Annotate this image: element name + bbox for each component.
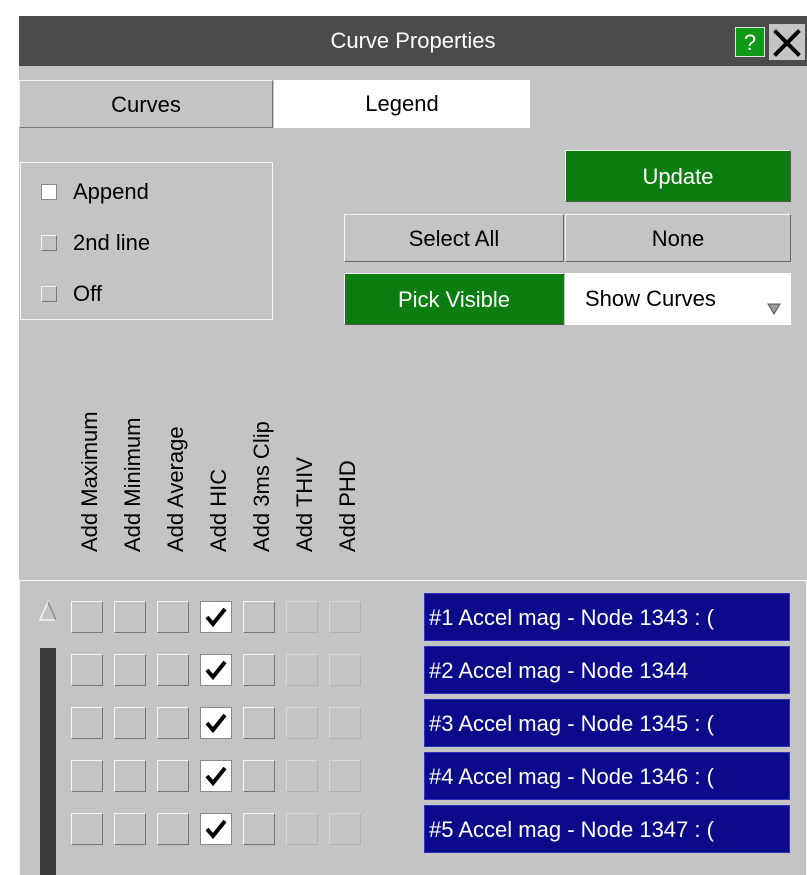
checkmark-icon: [205, 766, 227, 787]
curve-5-checkbox-add-3ms-clip[interactable]: [243, 813, 275, 845]
curve-label-button[interactable]: #5 Accel mag - Node 1347 : (: [424, 805, 790, 853]
mode-off-radio[interactable]: [41, 286, 57, 302]
scroll-up-arrow-icon[interactable]: [38, 600, 58, 622]
mode-off-label: Off: [73, 281, 102, 306]
curve-2-checkbox-add-minimum[interactable]: [114, 654, 146, 686]
curve-2-checkbox-add-average[interactable]: [157, 654, 189, 686]
checkmark-icon: [205, 607, 227, 628]
curve-5-checkbox-add-phd[interactable]: [329, 813, 361, 845]
curve-label-button[interactable]: #2 Accel mag - Node 1344: [424, 646, 790, 694]
window-title: Curve Properties: [330, 28, 496, 53]
column-header-label: Add HIC: [206, 468, 231, 552]
mode-2nd-line-radio[interactable]: [41, 235, 57, 251]
curve-4-checkbox-add-minimum[interactable]: [114, 760, 146, 792]
curve-4-checkbox-add-hic[interactable]: [200, 760, 232, 792]
curve-5-checkbox-add-average[interactable]: [157, 813, 189, 845]
curve-2-checkbox-add-maximum[interactable]: [71, 654, 103, 686]
column-header-add-thiv: Add THIV: [286, 366, 324, 576]
close-button[interactable]: [769, 24, 805, 60]
pick-visible-button[interactable]: Pick Visible: [344, 273, 564, 325]
curve-1-checkbox-add-hic[interactable]: [200, 601, 232, 633]
column-header-label: Add THIV: [292, 457, 317, 552]
column-header-add-hic: Add HIC: [200, 366, 238, 576]
column-header-label: Add Maximum: [77, 411, 102, 552]
curve-properties-window: Curve Properties ? Curves Legend Append …: [19, 16, 807, 875]
curve-5-checkbox-add-minimum[interactable]: [114, 813, 146, 845]
curve-label-button[interactable]: #1 Accel mag - Node 1343 : (: [424, 593, 790, 641]
mode-append-label: Append: [73, 179, 149, 204]
mode-append-radio[interactable]: [41, 184, 57, 200]
curve-1-checkbox-add-thiv[interactable]: [286, 601, 318, 633]
curve-3-checkbox-add-average[interactable]: [157, 707, 189, 739]
curve-5-checkbox-add-maximum[interactable]: [71, 813, 103, 845]
column-header-label: Add Minimum: [120, 417, 145, 552]
curve-4-checkbox-add-thiv[interactable]: [286, 760, 318, 792]
curve-1-checkbox-add-maximum[interactable]: [71, 601, 103, 633]
show-curves-dropdown[interactable]: Show Curves: [565, 273, 791, 325]
column-header-label: Add 3ms Clip: [249, 421, 274, 552]
curve-4-checkbox-add-maximum[interactable]: [71, 760, 103, 792]
curve-4-checkbox-add-3ms-clip[interactable]: [243, 760, 275, 792]
curve-label-button[interactable]: #3 Accel mag - Node 1345 : (: [424, 699, 790, 747]
curve-2-checkbox-add-phd[interactable]: [329, 654, 361, 686]
curve-3-checkbox-add-hic[interactable]: [200, 707, 232, 739]
curve-4-checkbox-add-phd[interactable]: [329, 760, 361, 792]
curve-2-checkbox-add-thiv[interactable]: [286, 654, 318, 686]
column-header-add-minimum: Add Minimum: [114, 366, 152, 576]
curve-1-checkbox-add-minimum[interactable]: [114, 601, 146, 633]
legend-mode-group: Append 2nd line Off: [20, 162, 273, 320]
title-bar[interactable]: Curve Properties ?: [19, 16, 807, 66]
update-button[interactable]: Update: [565, 150, 791, 202]
curve-4-checkbox-add-average[interactable]: [157, 760, 189, 792]
curve-3-checkbox-add-maximum[interactable]: [71, 707, 103, 739]
column-header-label: Add PHD: [335, 460, 360, 552]
scrollbar-thumb[interactable]: [40, 648, 56, 875]
column-header-add-maximum: Add Maximum: [71, 366, 109, 576]
column-header-add-average: Add Average: [157, 366, 195, 576]
checkmark-icon: [205, 713, 227, 734]
curve-2-checkbox-add-hic[interactable]: [200, 654, 232, 686]
checkmark-icon: [205, 660, 227, 681]
tab-legend[interactable]: Legend: [274, 80, 530, 128]
curve-5-checkbox-add-thiv[interactable]: [286, 813, 318, 845]
curve-label-button[interactable]: #4 Accel mag - Node 1346 : (: [424, 752, 790, 800]
tab-curves[interactable]: Curves: [19, 80, 273, 128]
dropdown-arrow-icon: [767, 303, 781, 315]
select-all-button[interactable]: Select All: [344, 214, 564, 262]
help-button[interactable]: ?: [735, 27, 765, 57]
curve-3-checkbox-add-phd[interactable]: [329, 707, 361, 739]
checkmark-icon: [205, 819, 227, 840]
show-curves-label: Show Curves: [585, 286, 716, 311]
curve-1-checkbox-add-3ms-clip[interactable]: [243, 601, 275, 633]
close-icon: [773, 29, 801, 57]
column-header-label: Add Average: [163, 426, 188, 552]
curve-5-checkbox-add-hic[interactable]: [200, 813, 232, 845]
mode-2nd-line-label: 2nd line: [73, 230, 151, 255]
curve-1-checkbox-add-phd[interactable]: [329, 601, 361, 633]
curve-1-checkbox-add-average[interactable]: [157, 601, 189, 633]
column-header-add-phd: Add PHD: [329, 366, 367, 576]
select-none-button[interactable]: None: [565, 214, 791, 262]
curve-3-checkbox-add-minimum[interactable]: [114, 707, 146, 739]
curve-3-checkbox-add-3ms-clip[interactable]: [243, 707, 275, 739]
curve-3-checkbox-add-thiv[interactable]: [286, 707, 318, 739]
column-header-add-3ms-clip: Add 3ms Clip: [243, 366, 281, 576]
curve-2-checkbox-add-3ms-clip[interactable]: [243, 654, 275, 686]
